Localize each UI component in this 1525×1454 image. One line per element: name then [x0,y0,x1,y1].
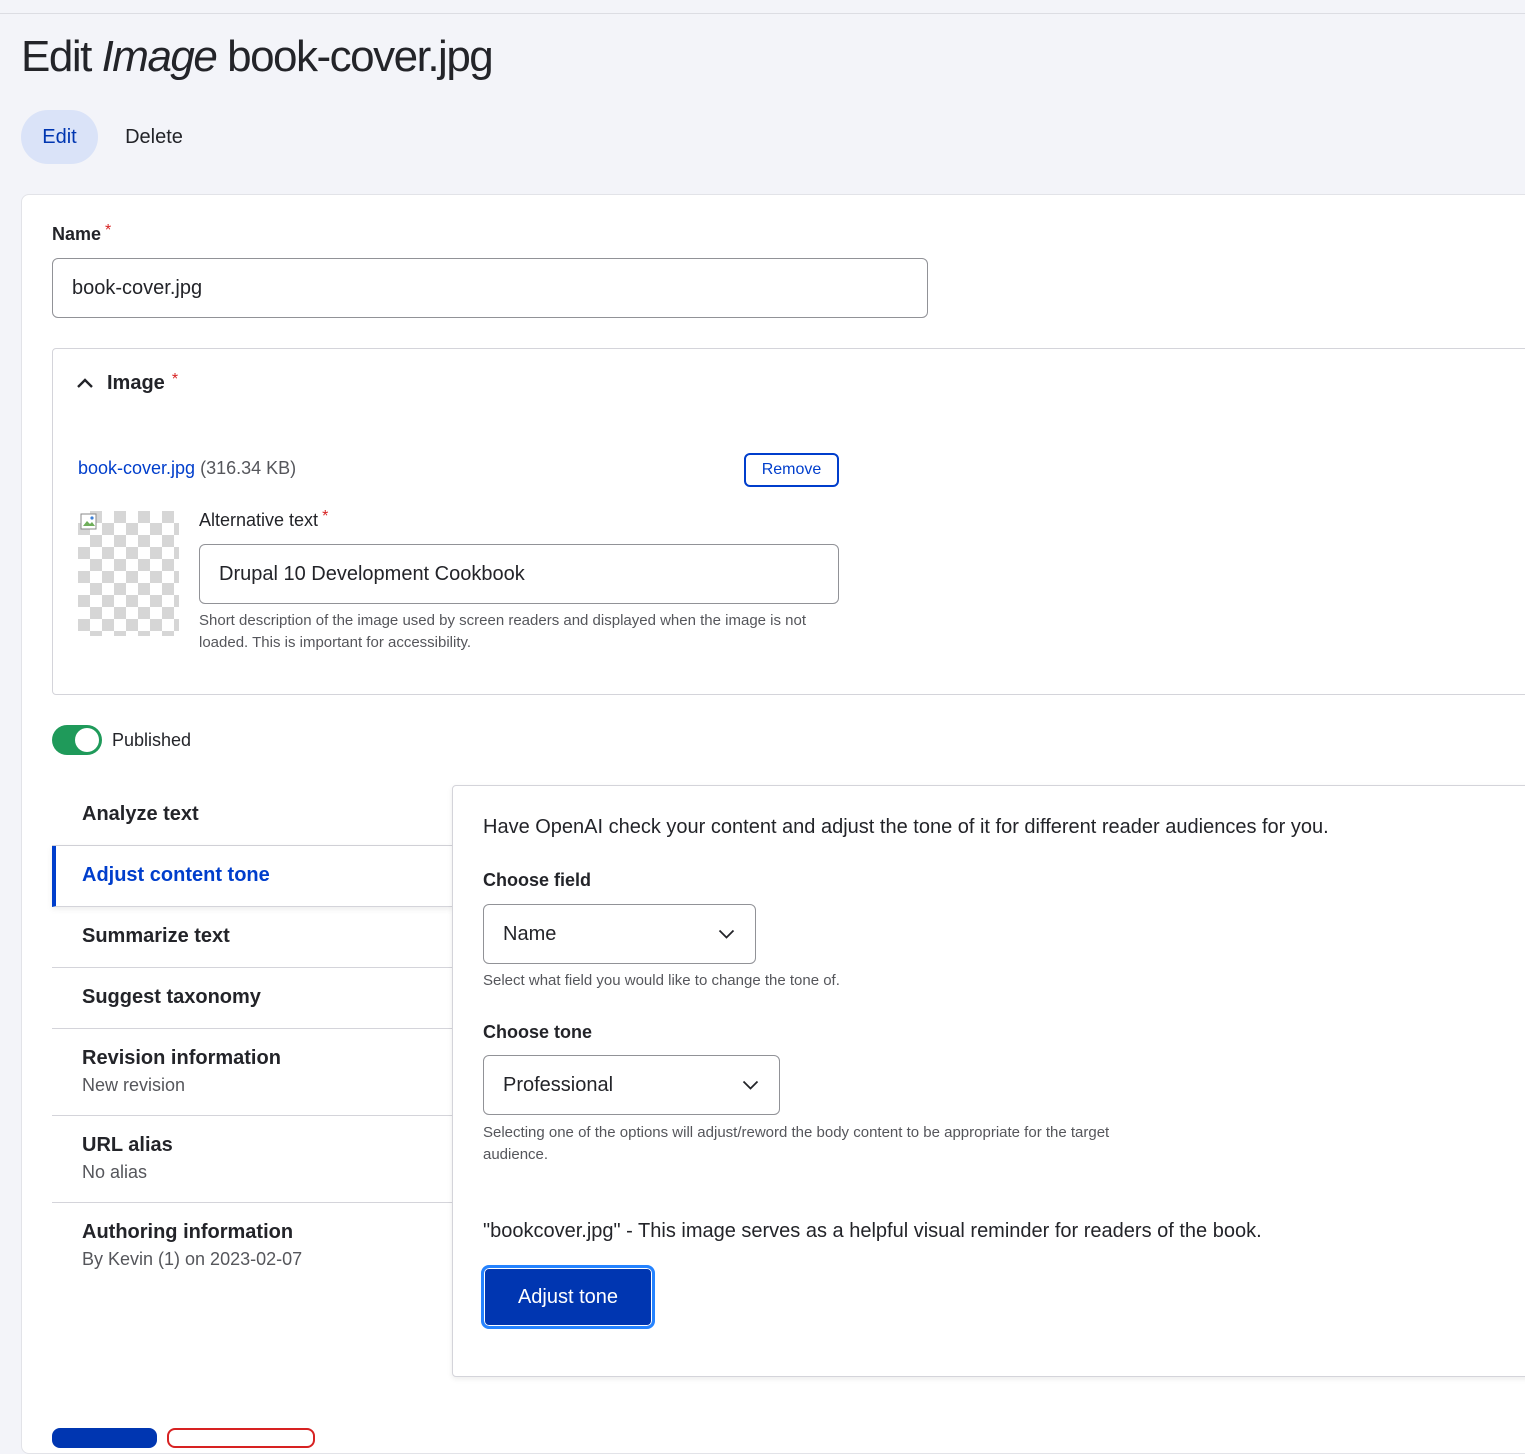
vtab-url-alias[interactable]: URL alias No alias [52,1116,453,1203]
required-marker: * [105,222,112,239]
name-label: Name * [52,222,112,245]
adjust-tone-button[interactable]: Adjust tone [481,1265,655,1329]
choose-field-description: Select what field you would like to chan… [483,972,840,989]
published-toggle[interactable] [52,725,102,755]
chevron-down-icon [742,1080,759,1090]
chevron-up-icon[interactable] [76,376,94,390]
vtab-revision-information[interactable]: Revision information New revision [52,1029,453,1116]
title-type: Image [101,32,218,81]
file-info: book-cover.jpg (316.34 KB) [78,458,296,479]
name-label-text: Name [52,224,102,244]
file-size: (316.34 KB) [200,458,297,478]
choose-field-label: Choose field [483,870,592,890]
tone-result: "bookcover.jpg" - This image serves as a… [483,1220,1262,1242]
title-name: book-cover.jpg [227,32,494,81]
vtab-suggest-taxonomy[interactable]: Suggest taxonomy [52,968,453,1029]
vtab-summarize-text[interactable]: Summarize text [52,907,453,968]
vtab-title: URL alias [82,1134,173,1156]
image-legend[interactable]: Image * [107,371,179,395]
choose-tone-label: Choose tone [483,1022,593,1042]
top-divider [0,13,1525,14]
delete-button[interactable] [167,1428,315,1448]
vtab-summary: New revision [82,1075,186,1095]
choose-field-select[interactable]: Name [483,904,756,964]
vtab-analyze-text[interactable]: Analyze text [52,785,453,846]
vtab-title: Authoring information [82,1221,294,1243]
title-prefix: Edit [21,32,92,81]
broken-image-icon [80,513,97,530]
vtab-adjust-content-tone[interactable]: Adjust content tone [52,846,453,907]
save-button[interactable] [52,1428,157,1448]
choose-tone-description: Selecting one of the options will adjust… [483,1124,1110,1163]
vtab-title: Revision information [82,1047,281,1069]
alt-text-label: Alternative text * [199,508,329,531]
choose-tone-select[interactable]: Professional [483,1055,780,1115]
name-input-value: book-cover.jpg [72,276,203,299]
name-input[interactable]: book-cover.jpg [52,258,928,318]
page-title: Edit Image book-cover.jpg [21,32,494,82]
choose-field-value: Name [503,922,557,945]
alt-text-label-text: Alternative text [199,510,319,530]
alt-text-description: Short description of the image used by s… [199,612,807,651]
vtab-title: Adjust content tone [82,864,270,886]
choose-tone-value: Professional [503,1073,614,1096]
vtab-summary: By Kevin (1) on 2023-02-07 [82,1249,303,1269]
remove-button[interactable]: Remove [744,453,839,487]
alt-text-input[interactable]: Drupal 10 Development Cookbook [199,544,839,604]
vtab-title: Summarize text [82,925,230,947]
vtab-title: Suggest taxonomy [82,986,261,1008]
image-legend-text: Image [107,372,165,394]
vtab-summary: No alias [82,1162,148,1182]
published-label: Published [112,730,192,750]
tone-intro: Have OpenAI check your content and adjus… [483,816,1329,838]
tab-delete[interactable]: Delete [103,110,205,164]
toggle-knob [75,728,99,752]
vtab-title: Analyze text [82,803,199,825]
chevron-down-icon [718,929,735,939]
alt-text-input-value: Drupal 10 Development Cookbook [219,562,525,585]
required-marker: * [322,508,329,525]
required-marker: * [171,371,179,388]
vtab-authoring-information[interactable]: Authoring information By Kevin (1) on 20… [52,1203,453,1290]
tab-edit[interactable]: Edit [21,110,98,164]
file-link[interactable]: book-cover.jpg [78,458,195,478]
